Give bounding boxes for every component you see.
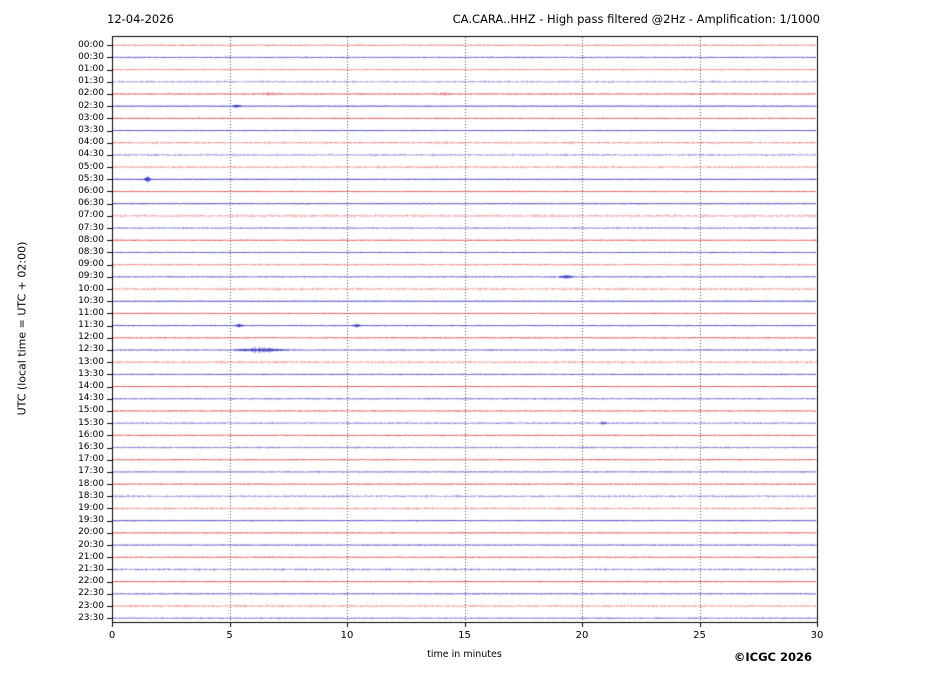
y-tick-label: 23:00 — [78, 600, 104, 611]
y-tick-label: 09:00 — [78, 259, 104, 270]
y-tick-label: 09:30 — [78, 271, 104, 282]
helicorder-figure: 12-04-2026 CA.CARA..HHZ - High pass filt… — [0, 0, 927, 696]
x-tick-label: 5 — [226, 630, 233, 641]
y-tick-label: 20:30 — [78, 539, 104, 550]
y-tick-label: 16:30 — [78, 442, 104, 453]
x-tick-label: 20 — [575, 630, 589, 641]
y-tick-label: 08:30 — [78, 246, 104, 257]
y-tick-label: 03:00 — [78, 112, 104, 123]
y-tick-label: 08:00 — [78, 234, 104, 245]
y-tick-label: 21:00 — [78, 551, 104, 562]
y-tick-label: 18:00 — [78, 478, 104, 489]
y-axis-label: UTC (local time = UTC + 02:00) — [15, 241, 29, 416]
y-tick-label: 00:30 — [78, 51, 104, 62]
y-tick-label: 07:00 — [78, 210, 104, 221]
y-tick-label: 01:30 — [78, 76, 104, 87]
y-tick-label: 23:30 — [78, 612, 104, 623]
y-tick-label: 17:30 — [78, 466, 104, 477]
y-tick-label: 03:30 — [78, 125, 104, 136]
y-tick-label: 17:00 — [78, 454, 104, 465]
y-tick-label: 07:30 — [78, 222, 104, 233]
y-tick-label: 18:30 — [78, 490, 104, 501]
x-axis-label: time in minutes — [427, 649, 502, 660]
y-tick-label: 01:00 — [78, 64, 104, 75]
y-tick-label: 02:00 — [78, 88, 104, 99]
y-tick-label: 12:30 — [78, 344, 104, 355]
y-tick-label: 04:30 — [78, 149, 104, 160]
y-tick-label: 10:30 — [78, 295, 104, 306]
y-tick-label: 04:00 — [78, 137, 104, 148]
y-tick-label: 21:30 — [78, 563, 104, 574]
date-title: 12-04-2026 — [107, 12, 174, 26]
y-tick-label: 15:00 — [78, 405, 104, 416]
y-tick-label: 11:30 — [78, 320, 104, 331]
station-title: CA.CARA..HHZ - High pass filtered @2Hz -… — [452, 12, 820, 26]
y-tick-label: 06:00 — [78, 185, 104, 196]
x-tick-label: 30 — [810, 630, 824, 641]
y-tick-label: 13:00 — [78, 356, 104, 367]
y-tick-label: 13:30 — [78, 368, 104, 379]
y-tick-label: 06:30 — [78, 198, 104, 209]
y-tick-label: 12:00 — [78, 332, 104, 343]
x-tick-label: 15 — [458, 630, 471, 641]
y-tick-label: 05:00 — [78, 161, 104, 172]
y-tick-label: 16:00 — [78, 429, 104, 440]
seismogram-plot-canvas — [0, 0, 927, 696]
x-tick-label: 25 — [693, 630, 706, 641]
y-tick-label: 20:00 — [78, 527, 104, 538]
y-tick-label: 14:00 — [78, 381, 104, 392]
y-tick-label: 02:30 — [78, 100, 104, 111]
y-tick-label: 19:30 — [78, 515, 104, 526]
y-tick-label: 11:00 — [78, 307, 104, 318]
x-tick-label: 0 — [108, 630, 116, 641]
y-tick-label: 00:00 — [78, 39, 104, 50]
y-tick-label: 10:00 — [78, 283, 104, 294]
y-tick-label: 15:30 — [78, 417, 104, 428]
y-tick-label: 22:30 — [78, 588, 104, 599]
y-tick-label: 05:30 — [78, 173, 104, 184]
y-tick-label: 14:30 — [78, 393, 104, 404]
x-tick-label: 10 — [340, 630, 354, 641]
copyright-credit: ©ICGC 2026 — [733, 650, 812, 664]
y-tick-label: 22:00 — [78, 576, 104, 587]
y-tick-label: 19:00 — [78, 502, 104, 513]
